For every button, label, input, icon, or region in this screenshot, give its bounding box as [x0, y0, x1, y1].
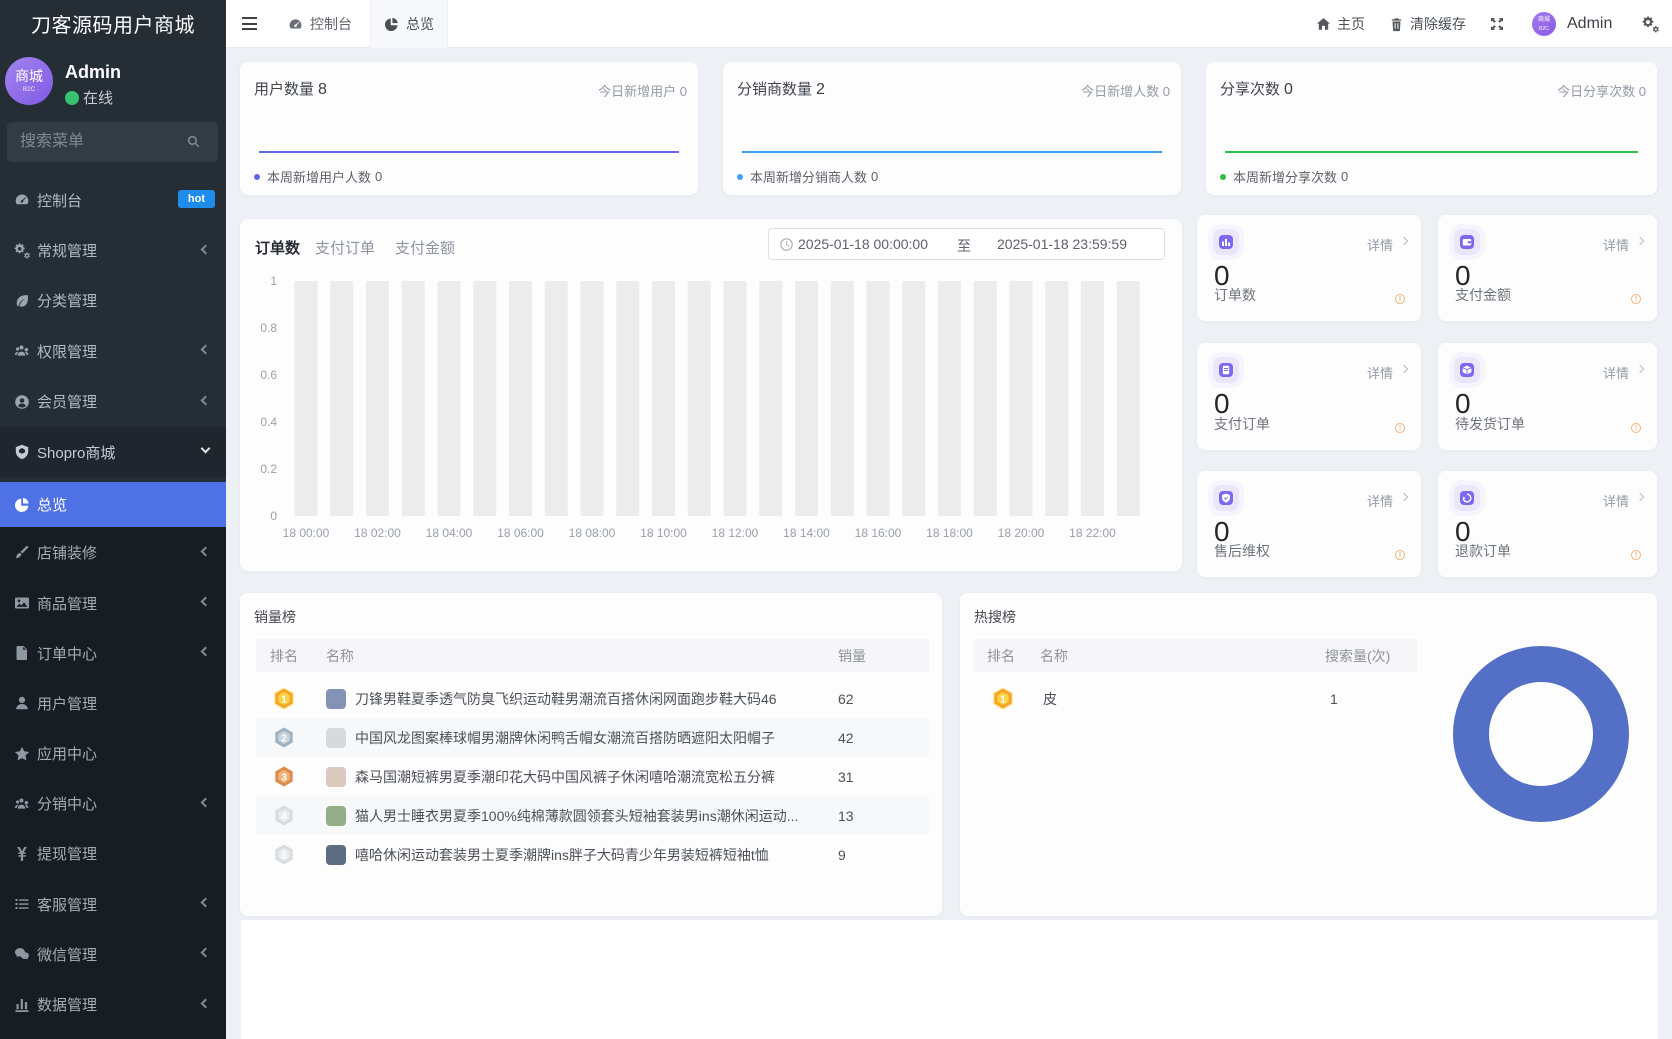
svg-text:0.4: 0.4	[260, 415, 277, 429]
svg-text:5: 5	[281, 850, 287, 861]
svg-text:1: 1	[1000, 694, 1006, 705]
svg-text:0.8: 0.8	[260, 321, 277, 335]
svg-text:3: 3	[281, 772, 287, 783]
svg-text:18 02:00: 18 02:00	[354, 526, 401, 540]
svg-text:0: 0	[270, 509, 277, 523]
svg-text:18 04:00: 18 04:00	[426, 526, 473, 540]
svg-text:18 06:00: 18 06:00	[497, 526, 544, 540]
svg-text:1: 1	[270, 274, 277, 288]
svg-text:4: 4	[281, 811, 287, 822]
svg-text:18 12:00: 18 12:00	[712, 526, 759, 540]
svg-text:18 00:00: 18 00:00	[283, 526, 330, 540]
svg-text:18 18:00: 18 18:00	[926, 526, 973, 540]
svg-text:18 22:00: 18 22:00	[1069, 526, 1116, 540]
svg-text:2: 2	[281, 733, 287, 744]
svg-text:18 08:00: 18 08:00	[569, 526, 616, 540]
svg-text:18 10:00: 18 10:00	[640, 526, 687, 540]
svg-text:0.2: 0.2	[260, 462, 277, 476]
svg-text:0.6: 0.6	[260, 368, 277, 382]
svg-text:1: 1	[281, 694, 287, 705]
svg-text:18 14:00: 18 14:00	[783, 526, 830, 540]
svg-text:18 16:00: 18 16:00	[855, 526, 902, 540]
svg-text:18 20:00: 18 20:00	[998, 526, 1045, 540]
